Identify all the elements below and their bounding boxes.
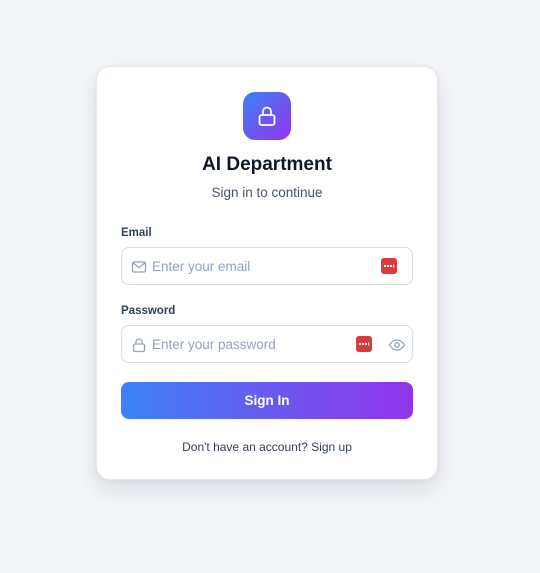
password-manager-icon[interactable] <box>356 336 372 352</box>
sign-in-button[interactable]: Sign In <box>121 382 413 419</box>
login-card: AI Department Sign in to continue Email … <box>96 66 438 480</box>
app-logo <box>243 92 291 140</box>
password-field-container <box>121 325 413 363</box>
email-label: Email <box>121 227 152 239</box>
sign-up-link[interactable]: Sign up <box>311 440 352 454</box>
password-label: Password <box>121 305 176 317</box>
signup-prompt: Don't have an account? Sign up <box>97 440 437 454</box>
page-title: AI Department <box>202 154 332 175</box>
email-field-container <box>121 247 413 285</box>
mail-icon <box>131 261 147 273</box>
password-input[interactable] <box>152 326 362 362</box>
show-password-icon[interactable] <box>388 336 406 354</box>
page-subtitle: Sign in to continue <box>211 185 323 200</box>
email-input[interactable] <box>152 248 362 284</box>
password-manager-icon[interactable] <box>381 258 397 274</box>
lock-icon <box>258 106 276 126</box>
signup-prompt-text: Don't have an account? <box>182 440 308 454</box>
lock-icon <box>132 338 146 353</box>
